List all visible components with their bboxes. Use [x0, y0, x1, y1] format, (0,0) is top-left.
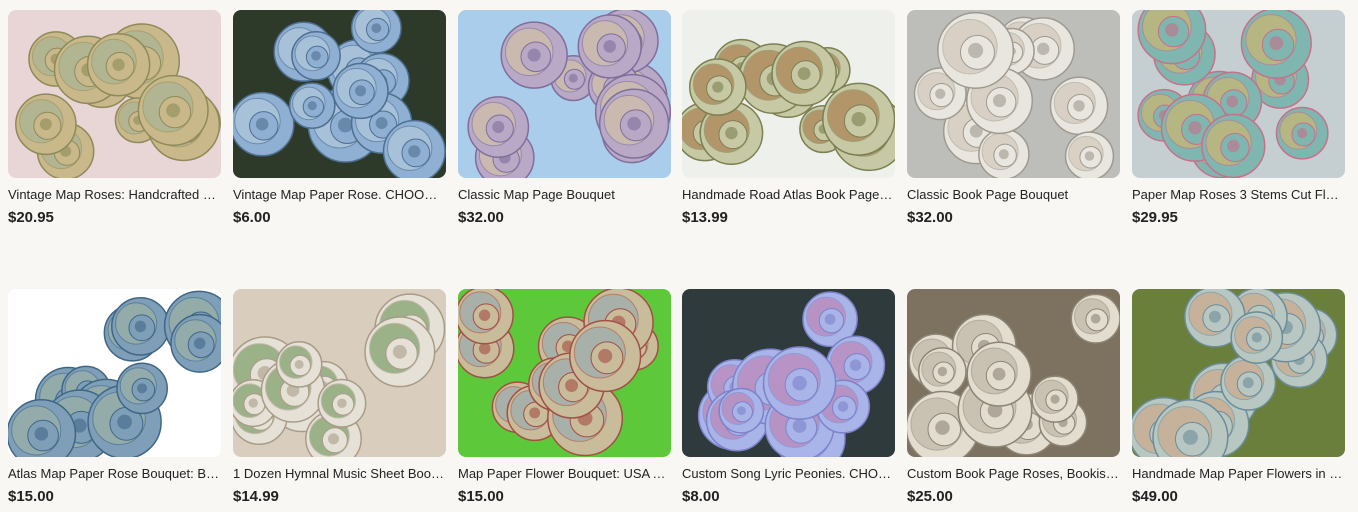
listing-image[interactable] [458, 10, 671, 178]
listing-image[interactable] [233, 289, 446, 457]
listing-title[interactable]: Classic Book Page Bouquet [907, 187, 1119, 203]
listing-image[interactable] [233, 10, 446, 178]
listing-card[interactable]: Classic Book Page Bouquet $32.00 [907, 10, 1120, 235]
listing-price: $29.95 [1132, 209, 1178, 226]
listing-price: $15.00 [8, 488, 54, 505]
listing-image[interactable] [907, 289, 1120, 457]
listing-image[interactable] [8, 10, 221, 178]
book-page-roses-image [907, 289, 1120, 457]
listing-image[interactable] [682, 289, 895, 457]
listing-title[interactable]: Custom Book Page Roses, Bookish Gift [907, 466, 1119, 482]
hymnal-roses-vase-image [233, 289, 446, 457]
listing-title[interactable]: Vintage Map Roses: Handcrafted Paper Flo… [8, 187, 220, 203]
listing-price: $15.00 [458, 488, 504, 505]
listing-title[interactable]: Paper Map Roses 3 Stems Cut Flowers [1132, 187, 1344, 203]
atlas-flower-basket-image [682, 10, 895, 178]
listing-card[interactable]: Vintage Map Paper Rose. CHOOSE YOUR STEM… [233, 10, 446, 235]
lyric-peony-image [682, 289, 895, 457]
listing-image[interactable] [907, 10, 1120, 178]
book-page-bouquet-image [907, 10, 1120, 178]
listing-title[interactable]: Custom Song Lyric Peonies. CHOOSE YOUR S… [682, 466, 894, 482]
listing-card[interactable]: Custom Book Page Roses, Bookish Gift $25.… [907, 289, 1120, 512]
listing-title[interactable]: Map Paper Flower Bouquet: USA Atlas [458, 466, 670, 482]
listing-title[interactable]: 1 Dozen Hymnal Music Sheet Book Page Ros… [233, 466, 445, 482]
listing-title[interactable]: Vintage Map Paper Rose. CHOOSE YOUR STEM [233, 187, 445, 203]
listing-title[interactable]: Classic Map Page Bouquet [458, 187, 670, 203]
listing-title[interactable]: Atlas Map Paper Rose Bouquet: Blue Tones [8, 466, 220, 482]
atlas-rose-bouquet-image [8, 289, 221, 457]
listing-card[interactable]: Map Paper Flower Bouquet: USA Atlas $15.0… [458, 289, 671, 512]
listing-price: $25.00 [907, 488, 953, 505]
listing-card[interactable]: Custom Song Lyric Peonies. CHOOSE YOUR S… [682, 289, 895, 512]
listing-card[interactable]: Handmade Road Atlas Book Page Flower Bas… [682, 10, 895, 235]
map-flowers-vase-image [1132, 289, 1345, 457]
listing-price: $14.99 [233, 488, 279, 505]
listing-card[interactable]: Classic Map Page Bouquet $32.00 [458, 10, 671, 235]
listing-price: $20.95 [8, 209, 54, 226]
listing-card[interactable]: Atlas Map Paper Rose Bouquet: Blue Tones… [8, 289, 221, 512]
listing-image[interactable] [1132, 289, 1345, 457]
listing-image[interactable] [458, 289, 671, 457]
map-page-bouquet-image [458, 10, 671, 178]
vintage-map-roses-image [8, 10, 221, 178]
listing-price: $32.00 [907, 209, 953, 226]
listing-card[interactable]: Vintage Map Roses: Handcrafted Paper Flo… [8, 10, 221, 235]
listing-title[interactable]: Handmade Road Atlas Book Page Flower Bas… [682, 187, 894, 203]
listing-price: $6.00 [233, 209, 271, 226]
listing-grid: Vintage Map Roses: Handcrafted Paper Flo… [0, 0, 1358, 512]
listing-card[interactable]: Handmade Map Paper Flowers in Glass Vase… [1132, 289, 1345, 512]
colorful-map-roses-image [1132, 10, 1345, 178]
listing-price: $49.00 [1132, 488, 1178, 505]
blue-map-paper-roses-image [233, 10, 446, 178]
listing-price: $13.99 [682, 209, 728, 226]
listing-image[interactable] [8, 289, 221, 457]
listing-title[interactable]: Handmade Map Paper Flowers in Glass Vase [1132, 466, 1344, 482]
listing-price: $8.00 [682, 488, 720, 505]
listing-image[interactable] [682, 10, 895, 178]
listing-card[interactable]: 1 Dozen Hymnal Music Sheet Book Page Ros… [233, 289, 446, 512]
listing-price: $32.00 [458, 209, 504, 226]
listing-image[interactable] [1132, 10, 1345, 178]
listing-card[interactable]: Paper Map Roses 3 Stems Cut Flowers $29.9… [1132, 10, 1345, 235]
map-flower-bouquet-green-image [458, 289, 671, 457]
